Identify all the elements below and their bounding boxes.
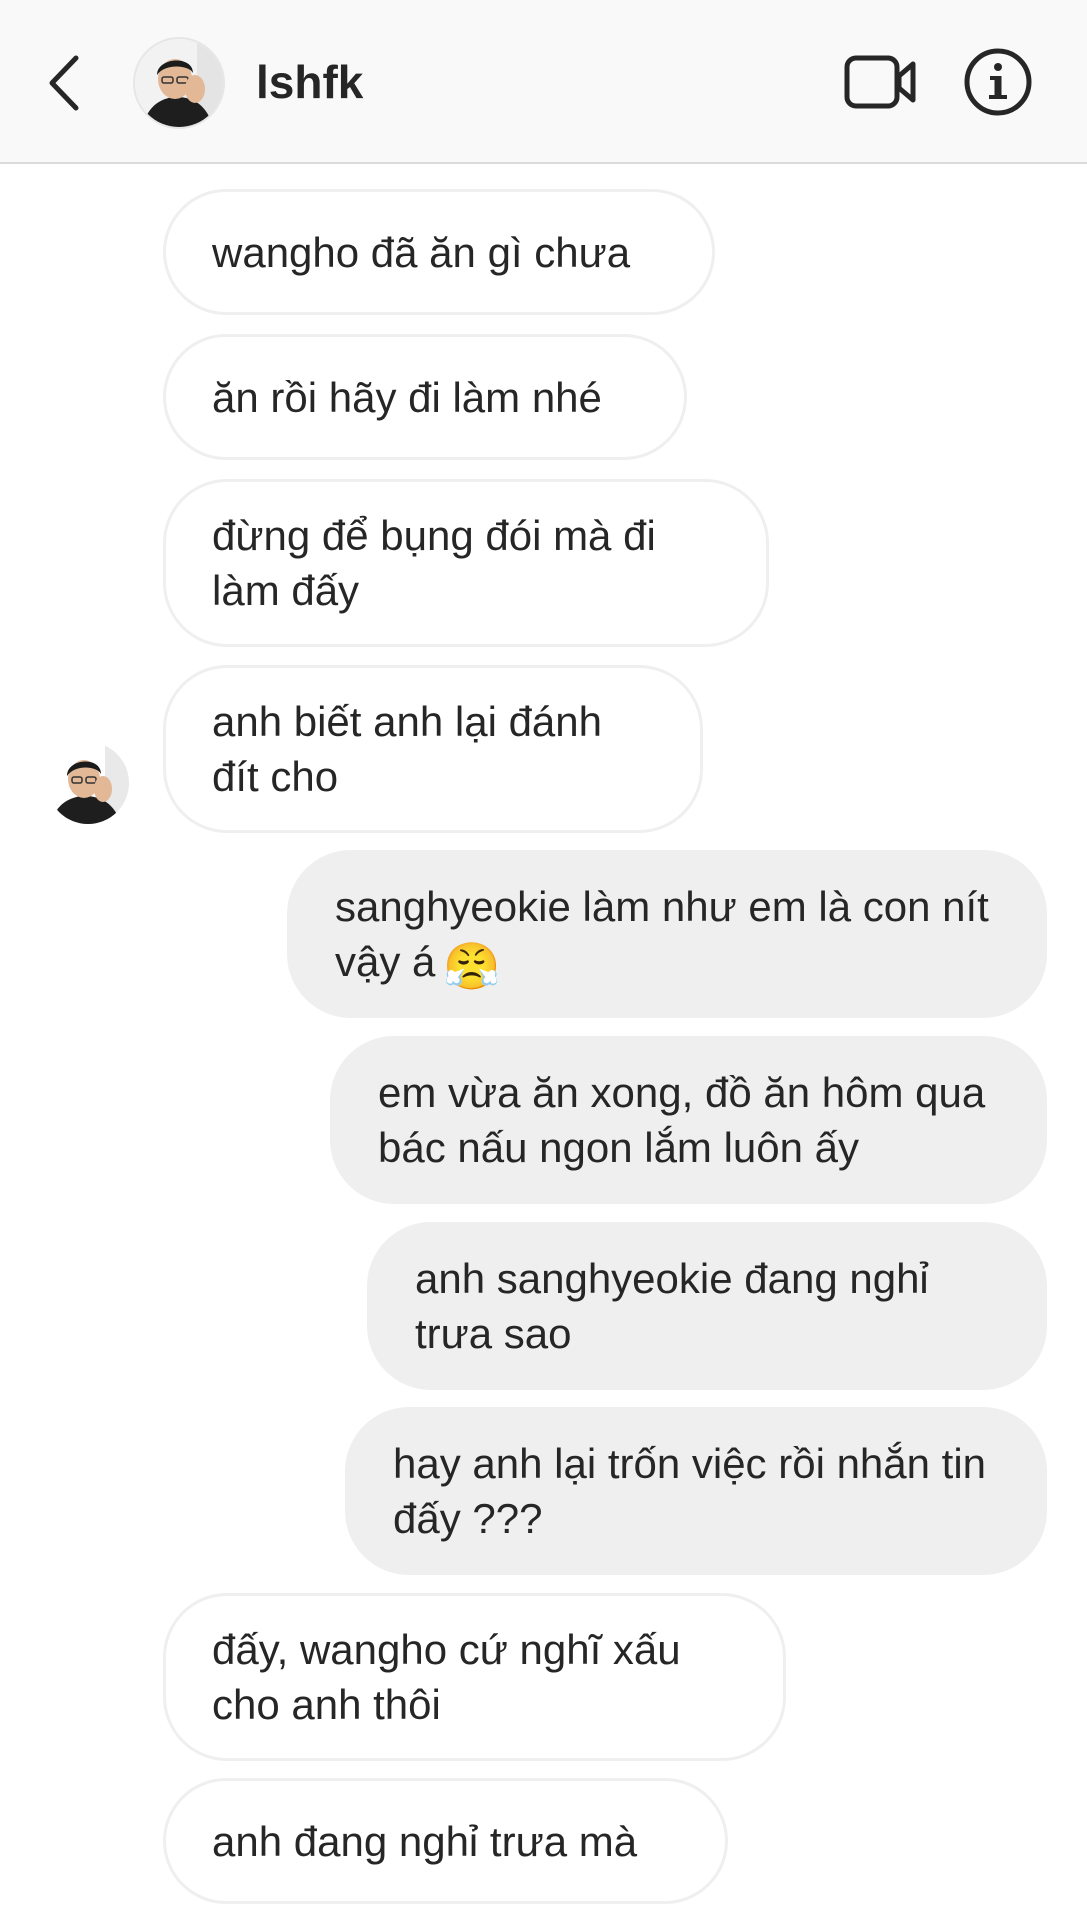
message-bubble[interactable]: wangho đã ăn gì chưa	[163, 189, 715, 315]
message-bubble[interactable]: anh biết anh lại đánh đít cho	[163, 665, 703, 833]
sender-avatar[interactable]	[47, 742, 129, 824]
video-call-button[interactable]	[843, 52, 919, 112]
message-content: sanghyeokie làm như em là con nít vậy á 😤	[335, 879, 1001, 989]
message-bubble[interactable]: em vừa ăn xong, đồ ăn hôm qua bác nấu ng…	[330, 1036, 1047, 1204]
avatar-image	[47, 742, 129, 824]
avatar-image	[135, 39, 223, 127]
message-text: sanghyeokie làm như em là con nít vậy á	[335, 883, 989, 985]
back-button[interactable]	[40, 48, 90, 118]
message-text: đừng để bụng đói mà đi làm đấy	[212, 512, 656, 614]
message-text: đấy, wangho cứ nghĩ xấu cho anh thôi	[212, 1626, 681, 1728]
message-bubble[interactable]: đấy, wangho cứ nghĩ xấu cho anh thôi	[163, 1593, 786, 1761]
message-bubble[interactable]: anh sanghyeokie đang nghỉ trưa sao	[367, 1222, 1047, 1390]
chat-screen: lshfk wangho đã ăn gì chưa ăn rồi hãy đi…	[0, 0, 1087, 1920]
message-bubble[interactable]: sanghyeokie làm như em là con nít vậy á 😤	[287, 850, 1047, 1018]
chat-username[interactable]: lshfk	[256, 52, 363, 112]
info-circle-icon	[964, 48, 1032, 116]
chevron-left-icon	[49, 55, 79, 111]
chat-header: lshfk	[0, 0, 1087, 164]
message-text: anh sanghyeokie đang nghỉ trưa sao	[415, 1255, 929, 1357]
message-bubble[interactable]: hay anh lại trốn việc rồi nhắn tin đấy ?…	[345, 1407, 1047, 1575]
message-bubble[interactable]: anh đang nghỉ trưa mà	[163, 1778, 728, 1904]
message-text: em vừa ăn xong, đồ ăn hôm qua bác nấu ng…	[378, 1069, 986, 1171]
message-text: anh biết anh lại đánh đít cho	[212, 698, 602, 800]
message-text: wangho đã ăn gì chưa	[212, 228, 631, 276]
message-text: hay anh lại trốn việc rồi nhắn tin đấy ?…	[393, 1440, 987, 1542]
video-camera-icon	[844, 55, 916, 109]
info-button[interactable]	[962, 46, 1034, 118]
message-text: ăn rồi hãy đi làm nhé	[212, 373, 602, 421]
emoji: 😤	[443, 940, 501, 992]
avatar[interactable]	[133, 37, 225, 129]
message-bubble[interactable]: ăn rồi hãy đi làm nhé	[163, 334, 687, 460]
message-bubble[interactable]: đừng để bụng đói mà đi làm đấy	[163, 479, 769, 647]
message-text: anh đang nghỉ trưa mà	[212, 1817, 638, 1865]
